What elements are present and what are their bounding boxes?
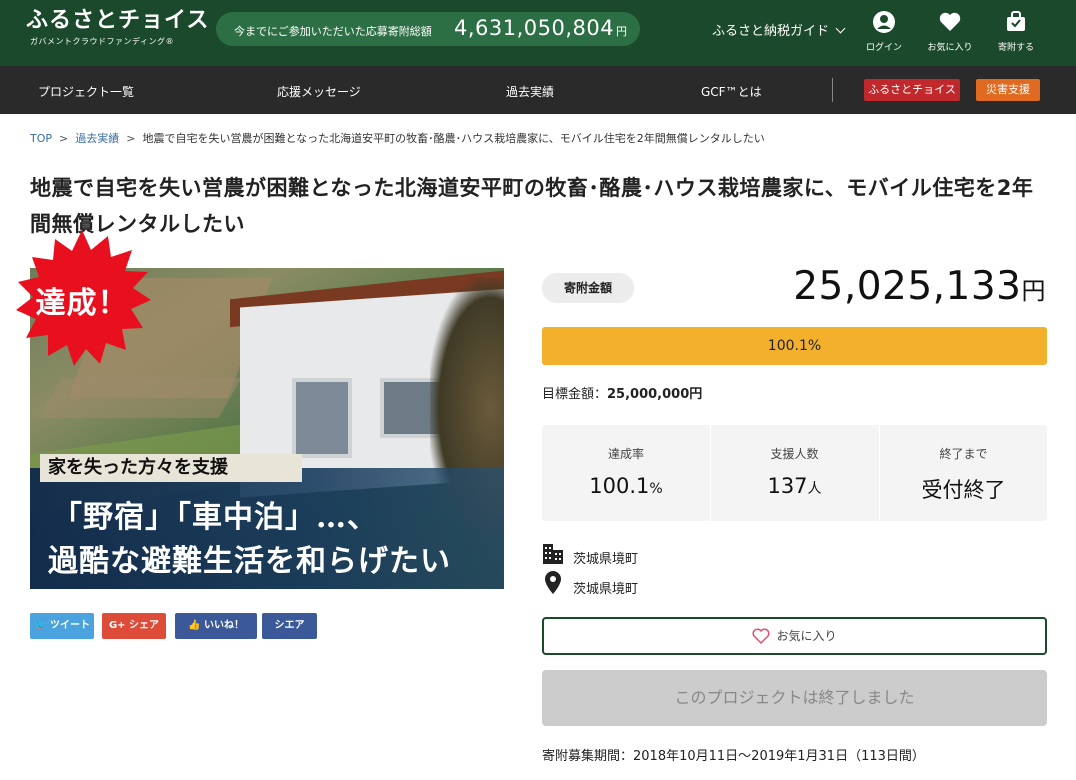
favorites-button[interactable]: お気に入り bbox=[922, 10, 978, 53]
nav-divider bbox=[832, 78, 833, 102]
stat-unit: % bbox=[649, 481, 663, 497]
donate-button[interactable]: 寄附する bbox=[988, 10, 1044, 53]
breadcrumb-past-results[interactable]: 過去実績 bbox=[75, 132, 119, 145]
stat-unit: 人 bbox=[807, 481, 822, 497]
donation-amount-label: 寄附金額 bbox=[542, 273, 634, 303]
hero-caption-line2: 過酷な避難生活を和らげたい bbox=[48, 544, 451, 579]
donation-total-label: 今までにご参加いただいた応募寄附総額 bbox=[234, 25, 432, 38]
stat-value: 受付終了 bbox=[880, 474, 1047, 504]
stat-time-remaining: 終了まで 受付終了 bbox=[879, 425, 1047, 521]
donation-amount-value: 25,025,133 bbox=[793, 264, 1022, 309]
guide-label: ふるさと納税ガイド bbox=[712, 24, 830, 39]
thumbs-up-icon: 👍 bbox=[188, 620, 201, 631]
stat-number: 受付終了 bbox=[921, 478, 1006, 502]
share-label: いいね！ bbox=[203, 620, 244, 631]
nav-support-messages[interactable]: 応援メッセージ bbox=[277, 83, 361, 100]
project-ended-button: このプロジェクトは終了しました bbox=[542, 670, 1047, 726]
breadcrumb-top[interactable]: TOP bbox=[30, 132, 52, 145]
page-title: 地震で自宅を失い営農が困難となった北海道安平町の牧畜･酪農･ハウス栽培農家に、モ… bbox=[30, 176, 1034, 236]
achieved-badge: 達成！ bbox=[12, 228, 152, 368]
share-label: ツイート bbox=[49, 620, 90, 631]
favorite-label: お気に入り bbox=[776, 629, 837, 643]
logo-main-text: ふるさとチョイス bbox=[26, 8, 210, 33]
progress-text: 100.1% bbox=[767, 338, 822, 354]
breadcrumb-separator: > bbox=[126, 132, 136, 145]
stat-label: 支援人数 bbox=[770, 447, 819, 461]
twitter-share-button[interactable]: 🐦 ツイート bbox=[30, 613, 94, 639]
gift-icon bbox=[1007, 11, 1025, 31]
login-label: ログイン bbox=[865, 43, 902, 53]
heart-outline-icon bbox=[752, 628, 770, 644]
map-pin-icon bbox=[545, 571, 561, 594]
twitter-icon: 🐦 bbox=[34, 620, 47, 631]
stat-value: 100.1% bbox=[542, 474, 710, 498]
stat-number: 137 bbox=[767, 474, 808, 498]
site-logo[interactable]: ふるさとチョイス ガバメントクラウドファンディング® bbox=[26, 9, 209, 47]
heart-icon bbox=[939, 12, 961, 31]
site-header: ふるさとチョイス ガバメントクラウドファンディング® 今までにご参加いただいた応… bbox=[0, 0, 1076, 66]
progress-bar: 100.1% bbox=[542, 327, 1047, 365]
share-label: シエア bbox=[274, 620, 305, 631]
stat-number: 100.1 bbox=[589, 474, 650, 498]
donation-amount-unit: 円 bbox=[1021, 277, 1046, 305]
goal-amount: 目標金額：25,000,000円 bbox=[542, 383, 702, 402]
login-button[interactable]: ログイン bbox=[856, 10, 912, 53]
breadcrumb-separator: > bbox=[59, 132, 69, 145]
googleplus-share-button[interactable]: G+ シェア bbox=[102, 613, 166, 639]
nav-about-gcf[interactable]: GCF™とは bbox=[701, 83, 762, 100]
logo-sub-text: ガバメントクラウドファンディング® bbox=[30, 37, 174, 46]
furusato-guide-dropdown[interactable]: ふるさと納税ガイド bbox=[712, 20, 846, 39]
achieved-badge-text: 達成！ bbox=[35, 286, 129, 321]
disaster-support-button[interactable]: 災害支援 bbox=[976, 79, 1040, 101]
facebook-share-button[interactable]: シエア bbox=[262, 613, 317, 639]
favorites-label: お気に入り bbox=[927, 43, 973, 53]
breadcrumb: TOP > 過去実績 > 地震で自宅を失い営農が困難となった北海道安平町の牧畜･酪農･ハ… bbox=[30, 130, 765, 146]
stat-value: 137人 bbox=[711, 474, 878, 498]
donation-total-unit: 円 bbox=[616, 25, 627, 38]
furusato-choice-button[interactable]: ふるさとチョイス bbox=[864, 79, 960, 101]
location-name: 茨城県境町 bbox=[573, 582, 639, 597]
hero-window bbox=[292, 378, 352, 458]
hero-tagline: 家を失った方々を支援 bbox=[40, 454, 302, 482]
organizer-name[interactable]: 茨城県境町 bbox=[573, 548, 638, 567]
goal-value: 25,000,000円 bbox=[607, 387, 703, 402]
user-icon bbox=[873, 11, 895, 33]
main-nav: プロジェクト一覧 応援メッセージ 過去実績 GCF™とは ふるさとチョイス 災害… bbox=[0, 66, 1076, 114]
share-label: シェア bbox=[129, 620, 160, 631]
stat-supporters: 支援人数 137人 bbox=[710, 425, 878, 521]
stat-label: 終了まで bbox=[939, 447, 988, 461]
building-icon bbox=[543, 544, 563, 564]
donate-label: 寄附する bbox=[997, 43, 1034, 53]
goal-label: 目標金額： bbox=[542, 387, 608, 402]
donation-total-value: 4,631,050,804 bbox=[454, 16, 615, 40]
facebook-like-button[interactable]: 👍 いいね！ bbox=[175, 613, 257, 639]
add-favorite-button[interactable]: お気に入り bbox=[542, 617, 1047, 655]
nav-past-results[interactable]: 過去実績 bbox=[506, 83, 554, 100]
donation-period: 寄附募集期間：2018年10月11日〜2019年1月31日（113日間） bbox=[542, 749, 925, 764]
hero-landslide bbox=[38, 378, 242, 418]
stat-label: 達成率 bbox=[607, 447, 644, 461]
googleplus-icon: G+ bbox=[108, 620, 126, 631]
chevron-down-icon bbox=[835, 23, 846, 34]
hero-caption-line1: 「野宿」「車中泊」…、 bbox=[52, 500, 378, 535]
nav-project-list[interactable]: プロジェクト一覧 bbox=[38, 83, 134, 100]
breadcrumb-current: 地震で自宅を失い営農が困難となった北海道安平町の牧畜･酪農･ハウス栽培農家に、モ… bbox=[142, 132, 765, 145]
stat-achievement-rate: 達成率 100.1% bbox=[542, 425, 710, 521]
donation-amount: 25,025,133円 bbox=[793, 264, 1046, 309]
donation-total-pill: 今までにご参加いただいた応募寄附総額 4,631,050,804 円 bbox=[216, 12, 640, 46]
stats-panel: 達成率 100.1% 支援人数 137人 終了まで 受付終了 bbox=[542, 425, 1047, 521]
